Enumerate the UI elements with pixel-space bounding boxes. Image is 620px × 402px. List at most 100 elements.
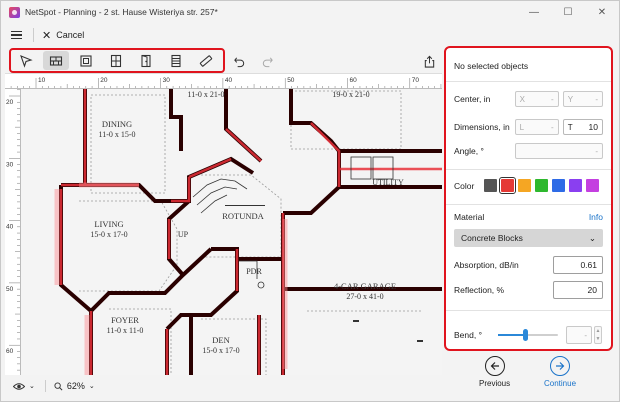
- ruler-label: 50: [6, 286, 14, 293]
- panel-divider: [446, 204, 611, 205]
- center-x-placeholder: X: [519, 94, 525, 104]
- ruler-label: 40: [225, 77, 233, 84]
- vertical-ruler: 20 30 40 50 60: [5, 89, 21, 375]
- wall-icon: [49, 55, 63, 66]
- floorplan-label-garage: 4-CAR GARAGE: [334, 281, 396, 291]
- cancel-label: Cancel: [56, 30, 85, 40]
- arrow-right-icon: [550, 356, 571, 376]
- window-tool-button[interactable]: [103, 51, 129, 70]
- previous-button[interactable]: Previous: [479, 356, 510, 388]
- magnifier-icon: [54, 381, 63, 390]
- zoom-dropdown[interactable]: 62% ⌄: [54, 381, 95, 391]
- bend-slider-thumb[interactable]: [522, 329, 528, 341]
- bend-label: Bend, °: [454, 330, 482, 340]
- close-window-button[interactable]: ✕: [585, 1, 619, 23]
- floorplan-label-rotunda: ROTUNDA: [222, 211, 264, 221]
- dimension-thickness-value: 10: [588, 122, 598, 132]
- floorplan-label-utility: UTILITY: [372, 178, 404, 187]
- material-dropdown[interactable]: Concrete Blocks ⌄: [454, 229, 603, 247]
- bend-stepper[interactable]: ▲ ▼: [594, 326, 602, 344]
- minus-icon: -: [551, 122, 554, 132]
- floorplan-label-up: UP: [178, 230, 189, 239]
- panel-divider: [446, 310, 611, 311]
- room-tool-button[interactable]: [73, 51, 99, 70]
- bend-slider[interactable]: [498, 329, 558, 341]
- floorplan-label-room-top2: 19-0 x 21-0: [332, 90, 369, 99]
- maximize-button[interactable]: ☐: [551, 1, 585, 23]
- color-swatches: [484, 177, 603, 194]
- minus-icon: -: [584, 330, 587, 340]
- minus-icon: -: [595, 94, 598, 104]
- dimension-thickness-key: T: [567, 122, 573, 132]
- undo-button[interactable]: [231, 53, 247, 69]
- horizontal-ruler-ticks: 10 20 30 40 50 60 70: [10, 77, 442, 88]
- chevron-down-icon: ▼: [595, 336, 601, 342]
- menu-separator: [33, 28, 34, 42]
- eye-icon: [13, 382, 25, 390]
- panel-divider: [446, 81, 611, 82]
- dimension-thickness-field[interactable]: T 10: [562, 119, 603, 135]
- color-swatch[interactable]: [518, 179, 531, 192]
- bend-value-field[interactable]: -: [566, 326, 592, 344]
- ruler-label: 30: [163, 77, 171, 84]
- angle-field[interactable]: -: [514, 143, 603, 159]
- ruler-label: 40: [6, 224, 14, 231]
- redo-button[interactable]: [259, 53, 275, 69]
- absorption-input[interactable]: 0.61: [553, 256, 603, 274]
- material-info-link[interactable]: Info: [589, 212, 603, 222]
- floorplan-label-garage-dim: 27-0 x 41-0: [346, 292, 383, 301]
- drawing-toolbar: [1, 48, 442, 73]
- app-window: NetSpot - Planning - 2 st. Hause Wisteri…: [0, 0, 620, 402]
- color-swatch[interactable]: [484, 179, 497, 192]
- floorplan-label-den-dim: 15-0 x 17-0: [202, 346, 239, 355]
- door-tool-button[interactable]: [133, 51, 159, 70]
- color-swatch[interactable]: [499, 177, 516, 194]
- continue-button[interactable]: Continue: [544, 356, 576, 388]
- room-icon: [80, 54, 92, 67]
- dimension-length-placeholder: L: [519, 122, 525, 132]
- ruler-label: 30: [6, 161, 14, 168]
- visibility-dropdown[interactable]: ⌄: [13, 382, 35, 391]
- angle-label: Angle, °: [454, 146, 484, 156]
- color-label: Color: [454, 180, 475, 191]
- dimensions-label: Dimensions, in: [454, 122, 510, 132]
- chevron-up-icon: ▲: [595, 328, 601, 334]
- panel-heading: No selected objects: [454, 61, 529, 71]
- floorplan-label-foyer: FOYER: [111, 315, 139, 325]
- vertical-ruler-ticks: 20 30 40 50 60: [6, 89, 20, 371]
- tool-group: [9, 48, 225, 73]
- redo-icon: [262, 56, 273, 67]
- reflection-input[interactable]: 20: [553, 281, 603, 299]
- hamburger-menu-icon[interactable]: [11, 31, 22, 39]
- center-label: Center, in: [454, 94, 491, 104]
- color-swatch[interactable]: [552, 179, 565, 192]
- minimize-button[interactable]: —: [517, 1, 551, 23]
- select-tool-button[interactable]: [13, 51, 39, 70]
- chevron-down-icon: ⌄: [588, 232, 596, 243]
- ruler-label: 20: [6, 99, 14, 106]
- color-swatch[interactable]: [535, 179, 548, 192]
- window-title: NetSpot - Planning - 2 st. Hause Wisteri…: [25, 7, 218, 17]
- wall-tool-button[interactable]: [43, 51, 69, 70]
- floorplan-canvas[interactable]: 11-0 x 21-0 19-0 x 21-0 DINING 11-0 x 15…: [21, 89, 442, 375]
- center-x-field[interactable]: X -: [514, 91, 559, 107]
- properties-panel: No selected objects Center, in X - Y - D…: [444, 46, 613, 351]
- floorplan-label-den: DEN: [212, 335, 229, 345]
- status-bar: ⌄ 62% ⌄: [1, 375, 442, 397]
- dimension-length-field[interactable]: L -: [514, 119, 559, 135]
- stairs-tool-button[interactable]: [163, 51, 189, 70]
- color-swatch[interactable]: [569, 179, 582, 192]
- menu-bar: ✕ Cancel: [1, 25, 619, 45]
- center-y-field[interactable]: Y -: [562, 91, 603, 107]
- color-swatch[interactable]: [586, 179, 599, 192]
- cancel-button[interactable]: ✕ Cancel: [42, 29, 84, 42]
- measure-tool-button[interactable]: [193, 51, 219, 70]
- floorplan-label-foyer-dim: 11-0 x 11-0: [107, 326, 144, 335]
- floorplan-drawing: 11-0 x 21-0 19-0 x 21-0 DINING 11-0 x 15…: [21, 89, 442, 375]
- floorplan-label-dining: DINING: [102, 119, 132, 129]
- panel-divider: [446, 169, 611, 170]
- floorplan-label-living-dim: 15-0 x 17-0: [90, 230, 127, 239]
- stairs-icon: [171, 54, 181, 67]
- share-button[interactable]: [421, 53, 437, 69]
- center-y-placeholder: Y: [567, 94, 574, 104]
